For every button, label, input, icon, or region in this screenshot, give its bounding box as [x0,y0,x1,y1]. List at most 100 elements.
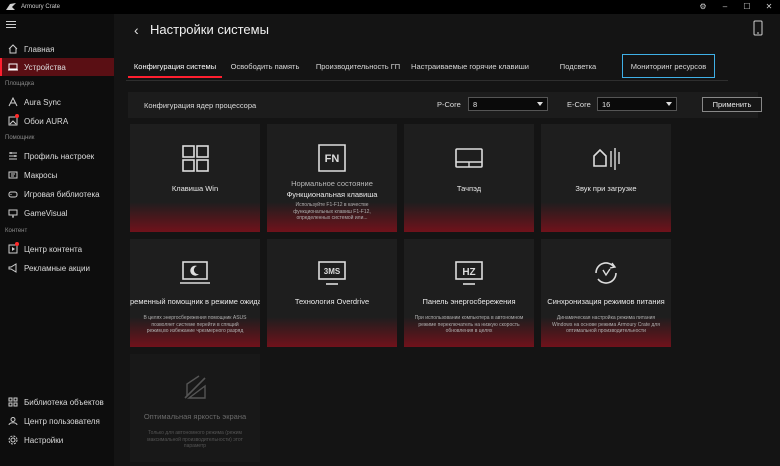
card-win-key[interactable]: Клавиша Win [130,124,260,232]
sidebar-item-label: Библиотека объектов [24,397,104,407]
card-standby-assistant[interactable]: ременный помощник в режиме ожида В целях… [130,239,260,347]
sidebar-item-profile[interactable]: Профиль настроек [0,147,114,165]
ecore-select[interactable]: 16 [597,97,677,111]
sidebar-item-game-library[interactable]: Игровая библиотека [0,185,114,203]
app-title: Armoury Crate [21,4,61,10]
pcore-label: P-Core [437,100,461,109]
sidebar-item-macros[interactable]: Макросы [0,166,114,184]
pcore-value: 8 [473,99,478,109]
power-sync-icon [595,262,617,284]
overdrive-icon: 3MS [318,261,346,285]
notification-dot [15,242,19,246]
devices-icon [7,62,18,73]
gamevisual-icon [7,208,18,219]
sidebar-item-label: Профиль настроек [24,151,95,161]
notification-dot [15,114,19,118]
card-title: ременный помощник в режиме ожида [130,297,260,306]
card-title: Синхронизация режимов питания [547,297,665,306]
chevron-down-icon [666,102,672,106]
sidebar-item-label: Обои AURA [24,116,69,126]
panel-power-saver-icon: HZ [455,261,483,285]
settings-icon [7,435,18,446]
sidebar-item-label: Устройства [24,62,66,72]
optimal-brightness-icon [184,375,206,399]
rog-logo-icon [6,3,16,10]
section-header-help: Помощник [5,135,35,141]
card-title: Звук при загрузке [575,184,637,193]
tab-lighting[interactable]: Подсветка [558,54,598,78]
section-header-content: Контент [5,228,28,234]
sidebar-item-label: Макросы [24,170,58,180]
tab-resource-monitor[interactable]: Мониторинг ресурсов [622,54,715,78]
sidebar-item-user-center[interactable]: Центр пользователя [0,412,114,430]
back-arrow-icon[interactable]: ‹ [134,22,139,38]
tab-gpu-performance[interactable]: Производительность ГП [312,54,404,78]
user-center-icon [7,416,18,427]
section-header-area: Площадка [5,81,35,87]
close-button[interactable]: ✕ [758,0,780,14]
card-panel-power-saver[interactable]: HZ Панель энергосбережения При использов… [404,239,534,347]
minimize-button[interactable]: – [714,0,736,14]
sidebar-item-gamevisual[interactable]: GameVisual [0,204,114,222]
sidebar-item-label: GameVisual [24,208,68,218]
aura-sync-icon [7,97,18,108]
card-title: Панель энергосбережения [422,297,516,306]
sidebar-item-label: Настройки [24,435,64,445]
sidebar-item-promotions[interactable]: Рекламные акции [0,259,114,277]
card-description: Динамическая настройка режима питания Wi… [552,315,660,334]
standby-assistant-icon [180,261,210,284]
svg-text:3MS: 3MS [324,267,341,276]
title-bar: Armoury Crate ⚙ – ☐ ✕ [0,0,780,14]
sidebar-item-home[interactable]: Главная [0,40,114,58]
sidebar: Главная Устройства Площадка Aura Sync Об… [0,14,114,466]
phone-icon[interactable] [753,20,763,36]
apply-button[interactable]: Применить [702,97,762,112]
sidebar-item-devices[interactable]: Устройства [0,58,114,76]
card-optimal-brightness: Оптимальная яркость экрана Только для ав… [130,354,260,462]
sidebar-item-aura-sync[interactable]: Aura Sync [0,93,114,111]
card-overdrive[interactable]: 3MS Технология Overdrive [267,239,397,347]
tab-system-config[interactable]: Конфигурация системы [128,54,222,78]
card-touchpad[interactable]: Тачпэд [404,124,534,232]
tab-divider [126,80,728,81]
sidebar-item-label: Игровая библиотека [24,189,100,199]
hamburger-menu-icon[interactable] [6,21,16,29]
sidebar-item-settings[interactable]: Настройки [0,431,114,449]
macros-icon [7,170,18,181]
card-title: Оптимальная яркость экрана [143,412,247,421]
tab-hotkeys[interactable]: Настраиваемые горячие клавиши [408,54,532,78]
pcore-select[interactable]: 8 [468,97,548,111]
chevron-down-icon [537,102,543,106]
sidebar-item-label: Главная [24,44,55,54]
settings-gear-icon[interactable]: ⚙ [692,0,714,14]
sidebar-item-content-center[interactable]: Центр контента [0,240,114,258]
card-description: В целях энергосбережения помощник ASUS п… [143,315,247,334]
card-fn-key[interactable]: FN Нормальное состояние Функциональная к… [267,124,397,232]
card-subtitle: Нормальное состояние [291,179,373,188]
touchpad-icon [455,148,483,168]
sidebar-item-label: Aura Sync [24,97,61,107]
sidebar-item-aura-wallpaper[interactable]: Обои AURA [0,112,114,130]
sidebar-item-label: Рекламные акции [24,263,90,273]
svg-text:HZ: HZ [462,267,475,278]
card-power-mode-sync[interactable]: Синхронизация режимов питания Динамическ… [541,239,671,347]
sidebar-item-object-library[interactable]: Библиотека объектов [0,393,114,411]
card-title: Функциональная клавиша [286,190,378,199]
card-title: Тачпэд [456,184,482,193]
home-icon [7,44,18,55]
card-title: Клавиша Win [171,184,219,193]
promo-icon [7,263,18,274]
card-boot-sound[interactable]: Звук при загрузке [541,124,671,232]
win-key-icon [182,145,209,172]
tab-free-memory[interactable]: Освободить память [228,54,302,78]
ecore-value: 16 [602,99,611,109]
cpu-core-config-bar: Конфигурация ядер процессора P-Core 8 E-… [128,92,762,118]
profile-icon [7,151,18,162]
maximize-button[interactable]: ☐ [736,0,758,14]
card-description: При использовании компьютера в автономно… [414,315,524,334]
card-description: Используйте F1-F12 в качестве функционал… [293,202,371,221]
fn-key-icon: FN [318,144,346,172]
card-description: Только для автономного режима (режим мак… [147,430,243,449]
main-panel: ‹ Настройки системы Конфигурация системы… [114,14,780,466]
sidebar-item-label: Центр контента [24,244,83,254]
